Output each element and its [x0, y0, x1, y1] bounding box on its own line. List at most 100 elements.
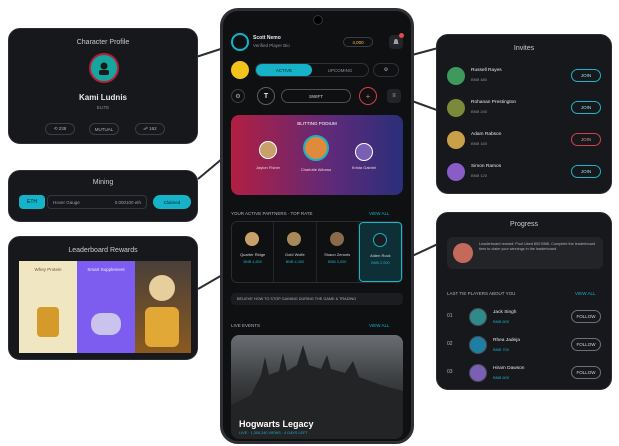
user-avatar[interactable]	[231, 33, 249, 51]
invite-sub: BNB 120	[471, 173, 488, 178]
menu-icon[interactable]: ≡	[387, 89, 401, 103]
reward-tile-label: Whey Protein	[34, 267, 62, 272]
follow-button[interactable]: FOLLOW	[571, 310, 601, 323]
kettlebell-image	[91, 313, 121, 335]
swift-pill[interactable]: SWIFT	[281, 89, 351, 103]
reward-tile-2[interactable]: Smart Supplement	[77, 261, 135, 353]
progress-card: Progress Leaderboard reward: Pool Used 8…	[436, 212, 612, 390]
player-avatar	[469, 364, 487, 382]
podium-avatar-1	[259, 141, 277, 159]
phone-screen: Scott Nemo Verified Player Bio 4,000 ACT…	[220, 8, 414, 444]
partner-card-selected[interactable]: Aiden Rock BNB 2,000	[358, 222, 402, 282]
invite-name: Rohanan Prestington	[471, 100, 517, 105]
mining-card: Mining ETH Hover Gauge 0.000100 eth Clai…	[8, 170, 198, 222]
filter-button[interactable]: ⚙	[373, 63, 399, 77]
invite-action-button[interactable]: JOIN	[571, 101, 601, 114]
podium-name-3: Krista Gabriel	[351, 165, 377, 170]
mining-card-title: Mining	[92, 179, 114, 186]
player-row: 01 Jack Singh BNB 800 FOLLOW	[447, 307, 603, 329]
follow-button[interactable]: FOLLOW	[571, 338, 601, 351]
event-card[interactable]: Hogwarts Legacy LIVE · 1,300,240 VIEWS ·…	[231, 335, 403, 439]
progress-note: Leaderboard reward: Pool Used 800 BNB. C…	[447, 237, 603, 269]
player-sub: BNB 800	[493, 319, 510, 324]
coin-icon[interactable]	[231, 61, 249, 79]
partner-avatar	[329, 232, 344, 246]
invite-action-button[interactable]: JOIN	[571, 165, 601, 178]
profile-name: Kami Ludnis	[78, 93, 127, 102]
invites-card-title: Invites	[513, 45, 535, 52]
mining-field[interactable]: Hover Gauge 0.000100 eth	[47, 195, 147, 209]
partner-avatar	[287, 232, 302, 246]
invite-action-button[interactable]: JOIN	[571, 69, 601, 82]
event-title: Hogwarts Legacy	[239, 419, 314, 429]
player-name: Jack Singh	[493, 310, 517, 315]
info-banner[interactable]: BELIEVE HOW TO STOP GAINING DURING THE G…	[231, 293, 403, 305]
partner-avatar	[372, 233, 387, 247]
reward-tile-3[interactable]	[135, 261, 191, 353]
event-sub: LIVE · 1,300,240 VIEWS · 4 DAYS LEFT	[239, 431, 308, 435]
player-sub: BNB 700	[493, 347, 510, 352]
partners-title: YOUR ACTIVE PARTNERS · TOP RATE	[231, 211, 313, 216]
leaderboard-card-title: Leaderboard Rewards	[68, 247, 138, 254]
camera-notch	[313, 15, 323, 25]
product-image	[149, 275, 175, 301]
player-rank: 02	[447, 341, 453, 347]
tab-upcoming[interactable]: UPCOMING	[312, 64, 368, 76]
invite-row: Russell Rayes BNB 480 JOIN	[447, 65, 603, 89]
partner-card[interactable]: Shaun Zenoris BNB 3,000	[317, 222, 359, 282]
add-button[interactable]: +	[359, 87, 377, 105]
partner-card[interactable]: Gold Wolfe BNB 4,400	[274, 222, 317, 282]
reward-tile-1[interactable]: Whey Protein	[19, 261, 77, 353]
profile-action-3[interactable]: ☍ 162	[135, 123, 165, 135]
progress-card-title: Progress	[509, 221, 538, 228]
profile-subtitle: ELITE	[96, 105, 110, 110]
player-row: 03 Hiram Dawson BNB 600 FOLLOW	[447, 363, 603, 385]
players-view-all[interactable]: VIEW ALL	[575, 291, 596, 296]
profile-avatar[interactable]	[89, 53, 119, 83]
partner-name: Aiden Rock	[370, 253, 391, 258]
events-view-all[interactable]: VIEW ALL	[369, 323, 390, 328]
profile-action-1[interactable]: ⟲ 238	[45, 123, 75, 135]
partner-card[interactable]: Quarter Ridge BNB 4,800	[232, 222, 275, 282]
profile-action-2[interactable]: MUTUAL	[89, 123, 119, 135]
tab-active[interactable]: ACTIVE	[256, 64, 312, 76]
leaderboard-card: Leaderboard Rewards Whey Protein Smart S…	[8, 236, 198, 360]
invite-row: Adam Rabson BNB 160 JOIN	[447, 129, 603, 153]
t-icon[interactable]: T	[257, 87, 275, 105]
coin-balance-value: 4,000	[352, 39, 364, 45]
notification-badge	[399, 33, 404, 38]
invite-row: Simon Ramos BNB 120 JOIN	[447, 161, 603, 185]
player-row: 02 Rhea Jadeja BNB 700 FOLLOW	[447, 335, 603, 357]
note-avatar	[453, 243, 473, 263]
coin-balance[interactable]: 4,000	[343, 37, 373, 47]
podium-name-1: Jayton Fisher	[255, 165, 280, 170]
follow-button[interactable]: FOLLOW	[571, 366, 601, 379]
partner-sub: BNB 2,000	[371, 261, 390, 265]
profile-card: Character Profile Kami Ludnis ELITE ⟲ 23…	[8, 28, 198, 144]
mining-field-value: Hover Gauge	[53, 199, 80, 205]
mining-tag: ETH	[19, 195, 45, 209]
user-icon	[99, 62, 109, 75]
mining-field-rate: 0.000100 eth	[114, 199, 141, 205]
partner-sub: BNB 3,000	[327, 260, 347, 264]
settings-icon[interactable]: ⚙	[231, 89, 245, 103]
invite-avatar	[447, 131, 465, 149]
events-title: LIVE EVENTS	[231, 323, 261, 328]
partners-list: Quarter Ridge BNB 4,800 Gold Wolfe BNB 4…	[231, 221, 403, 283]
podium-banner[interactable]: BLITTING PODIUM Jayton Fisher Charlotte …	[231, 115, 403, 195]
player-avatar	[469, 336, 487, 354]
username: Scott Nemo	[253, 35, 281, 41]
invite-avatar	[447, 163, 465, 181]
partner-sub: BNB 4,400	[285, 260, 305, 264]
podium-avatar-3	[355, 143, 373, 161]
partner-sub: BNB 4,800	[243, 260, 262, 264]
invite-row: Rohanan Prestington BNB 240 JOIN	[447, 97, 603, 121]
bell-icon	[393, 39, 399, 44]
invite-action-button[interactable]: JOIN	[571, 133, 601, 146]
profile-card-title: Character Profile	[76, 39, 130, 46]
partners-view-all[interactable]: VIEW ALL	[369, 211, 390, 216]
player-rank: 03	[447, 369, 453, 375]
claim-button[interactable]: Claimed	[153, 195, 191, 209]
podium-avatar-2	[303, 135, 329, 161]
protein-jar-image	[37, 307, 59, 337]
